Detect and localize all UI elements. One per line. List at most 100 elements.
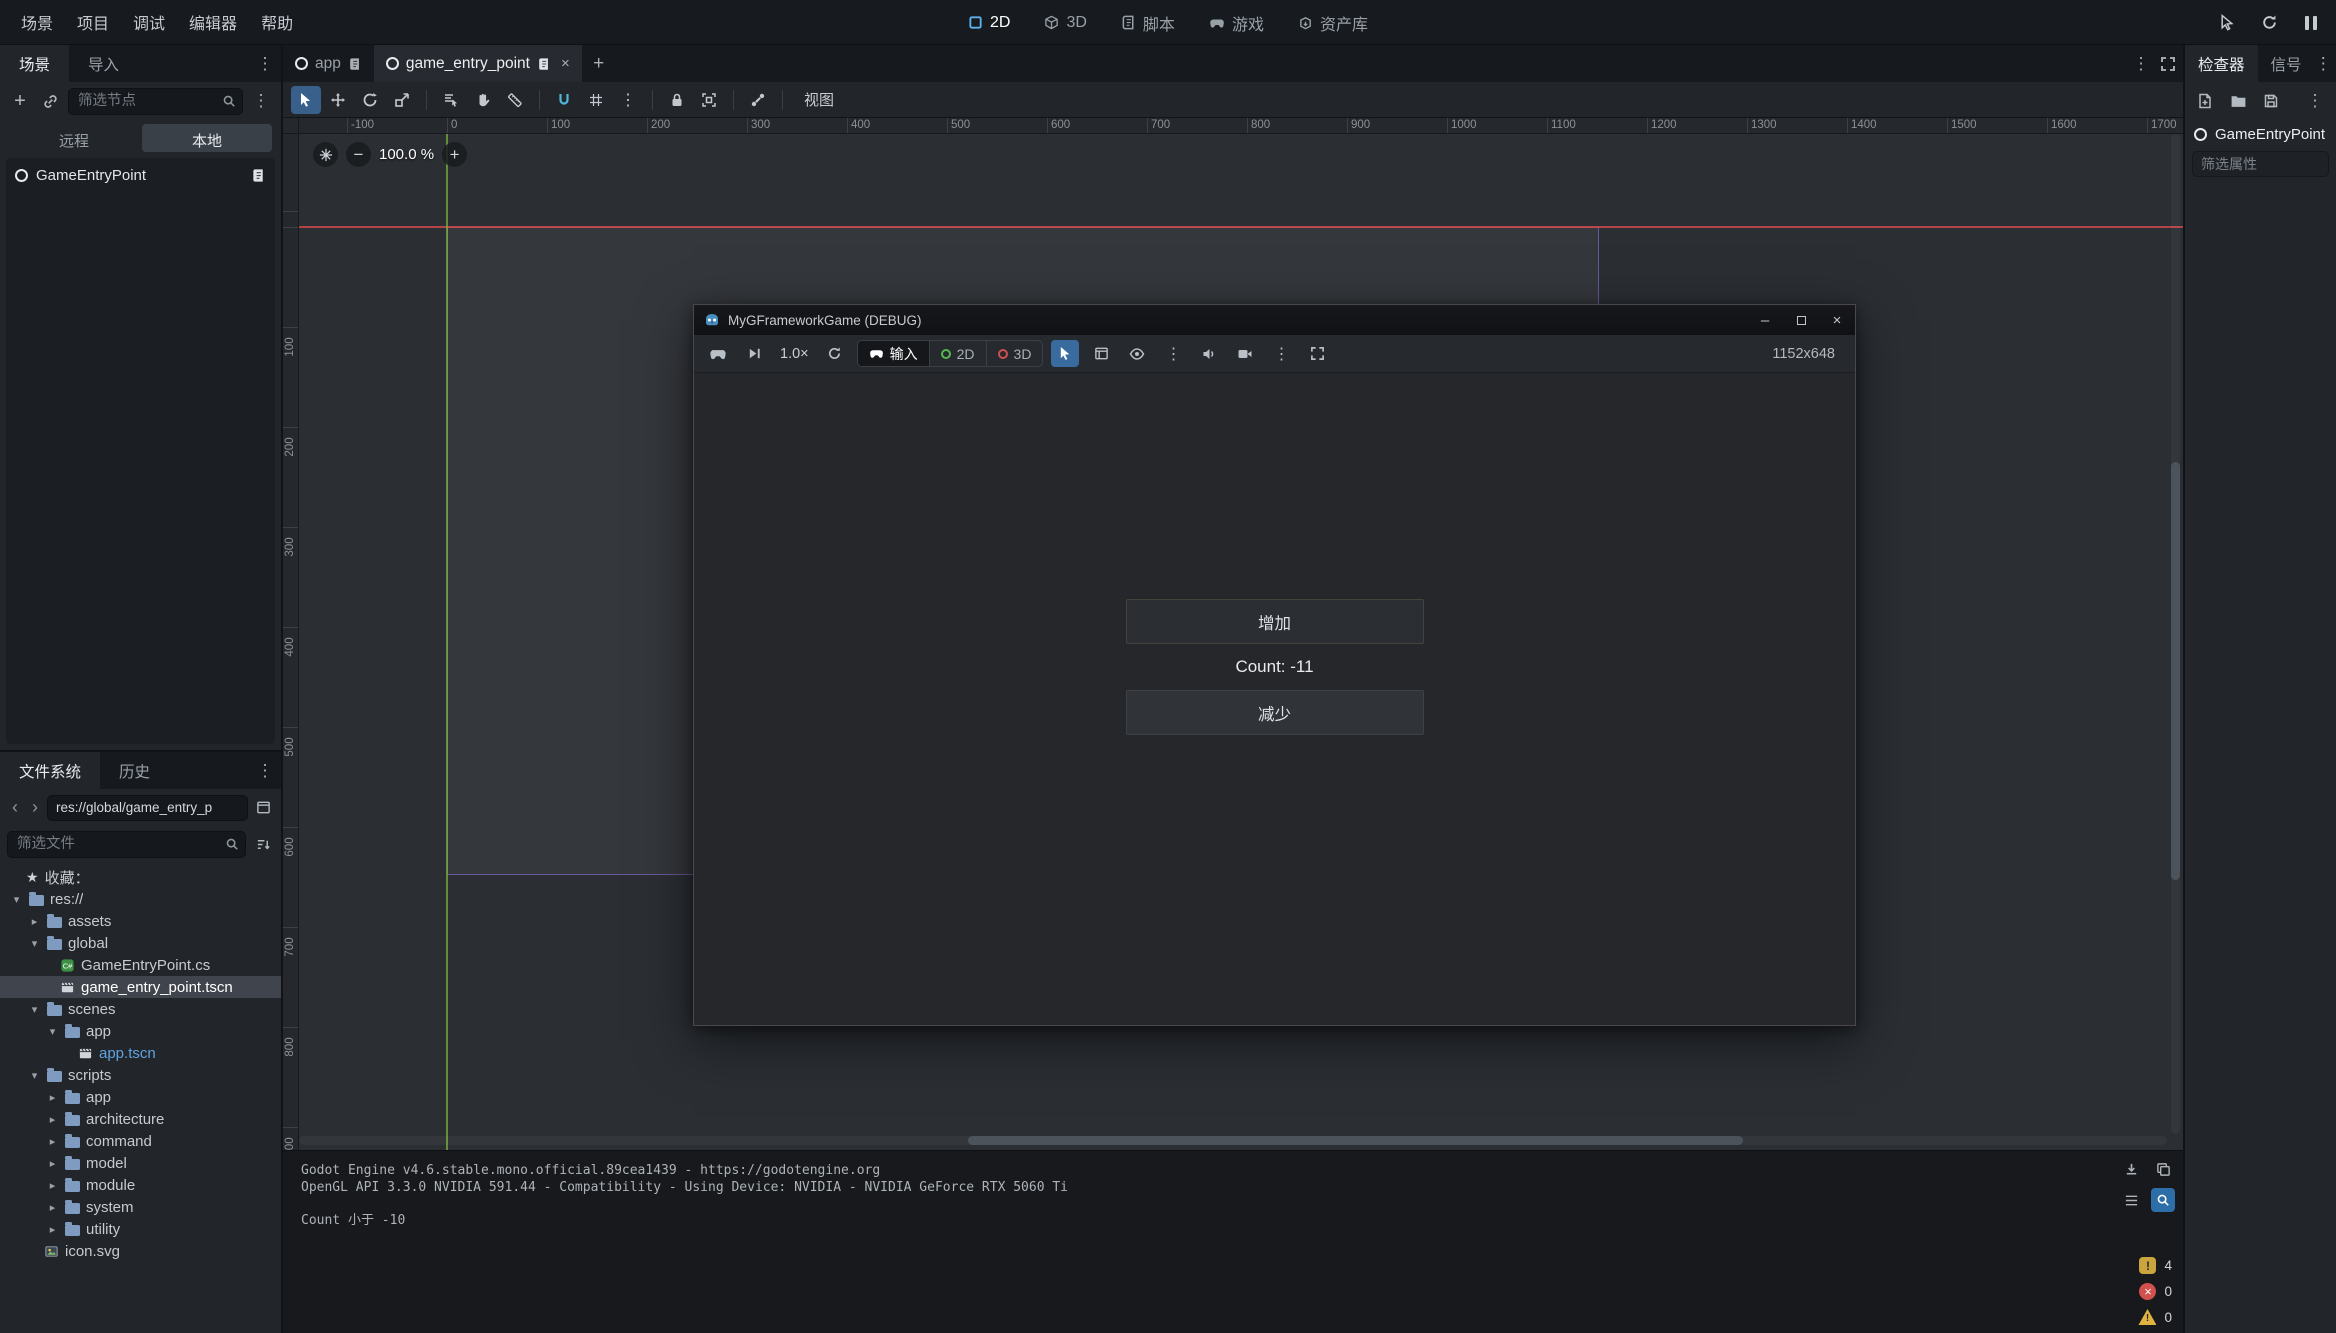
workspace-assetlib[interactable]: 资产库 [1286, 7, 1380, 39]
scene-tree-node-root[interactable]: GameEntryPoint [6, 162, 275, 189]
tab-scene[interactable]: 场景 [0, 45, 69, 82]
menu-editor[interactable]: 编辑器 [178, 5, 248, 39]
fs-item-utility[interactable]: ▸ utility [0, 1218, 281, 1240]
dock-menu-icon[interactable]: ⋮ [253, 45, 277, 82]
speed-dropdown[interactable]: 1.0× [776, 346, 813, 362]
center-view-icon[interactable] [313, 142, 338, 167]
expander-icon[interactable]: ▾ [10, 893, 23, 906]
game-window[interactable]: MyGFrameworkGame (DEBUG) – × 1.0× 输入 [693, 304, 1856, 1026]
instance-scene-icon[interactable] [38, 89, 62, 113]
pause-icon[interactable] [2298, 10, 2324, 36]
node-pick-cursor-icon[interactable] [1051, 340, 1079, 367]
message-count-badge[interactable]: 4 [2139, 1257, 2175, 1274]
more-options-icon[interactable]: ⋮ [1267, 340, 1295, 367]
expander-icon[interactable]: ▾ [46, 1025, 59, 1038]
fs-item-model[interactable]: ▸ model [0, 1152, 281, 1174]
game-view[interactable]: 增加 Count: -11 减少 [694, 373, 1855, 1025]
menu-project[interactable]: 项目 [66, 5, 120, 39]
pick-cursor-icon[interactable] [2214, 10, 2240, 36]
minimize-icon[interactable]: – [1747, 305, 1783, 335]
fs-item-favorites[interactable]: ★ 收藏： [0, 866, 281, 888]
ruler-tool-icon[interactable] [500, 86, 530, 114]
sort-icon[interactable] [252, 833, 274, 855]
fullscreen-icon[interactable] [1303, 340, 1331, 367]
rotate-tool-icon[interactable] [355, 86, 385, 114]
move-tool-icon[interactable] [323, 86, 353, 114]
expander-icon[interactable]: ▸ [46, 1201, 59, 1214]
fs-item-scripts-app[interactable]: ▸ app [0, 1086, 281, 1108]
tab-signals[interactable]: 信号 [2258, 45, 2315, 82]
collapse-list-icon[interactable] [2119, 1188, 2143, 1212]
movie-camera-icon[interactable] [1231, 340, 1259, 367]
dock-menu-icon[interactable]: ⋮ [253, 752, 277, 789]
h-scrollbar-thumb[interactable] [968, 1136, 1743, 1145]
fs-item-command[interactable]: ▸ command [0, 1130, 281, 1152]
load-resource-folder-icon[interactable] [2227, 90, 2249, 112]
camera-options-icon[interactable]: ⋮ [1159, 340, 1187, 367]
file-filter-input[interactable] [7, 831, 246, 858]
workspace-2d[interactable]: 2D [956, 10, 1022, 36]
zoom-in-button[interactable]: + [442, 142, 467, 167]
decrease-button[interactable]: 减少 [1126, 690, 1424, 735]
resource-menu-icon[interactable]: ⋮ [2303, 91, 2327, 111]
select-tool-icon[interactable] [291, 86, 321, 114]
workspace-game[interactable]: 游戏 [1197, 7, 1276, 39]
zoom-out-button[interactable]: − [346, 142, 371, 167]
expander-icon[interactable]: ▸ [46, 1157, 59, 1170]
fs-item-res-root[interactable]: ▾ res:// [0, 888, 281, 910]
local-button[interactable]: 本地 [142, 124, 272, 152]
visibility-eye-icon[interactable] [1123, 340, 1151, 367]
menu-debug[interactable]: 调试 [122, 5, 176, 39]
expander-icon[interactable]: ▸ [46, 1113, 59, 1126]
fs-item-scripts[interactable]: ▾ scripts [0, 1064, 281, 1086]
fs-item-app-scene[interactable]: app.tscn [0, 1042, 281, 1064]
grid-snap-icon[interactable] [581, 86, 611, 114]
snap-options-icon[interactable]: ⋮ [613, 86, 643, 114]
smart-snap-icon[interactable] [549, 86, 579, 114]
save-log-icon[interactable] [2119, 1157, 2143, 1181]
property-filter-input[interactable] [2192, 151, 2329, 177]
close-icon[interactable]: × [1819, 305, 1855, 335]
pan-tool-icon[interactable] [468, 86, 498, 114]
tab-inspector[interactable]: 检查器 [2185, 45, 2258, 82]
expand-editor-icon[interactable] [2153, 45, 2183, 82]
expander-icon[interactable]: ▸ [46, 1223, 59, 1236]
new-tab-button[interactable]: + [582, 45, 616, 82]
close-tab-icon[interactable]: × [561, 55, 570, 72]
split-view-icon[interactable] [252, 797, 274, 819]
fs-item-architecture[interactable]: ▸ architecture [0, 1108, 281, 1130]
nav-back-icon[interactable]: ‹ [7, 797, 23, 818]
scene-tab-app[interactable]: app [283, 45, 374, 82]
copy-log-icon[interactable] [2151, 1157, 2175, 1181]
menu-help[interactable]: 帮助 [250, 5, 304, 39]
list-select-tool-icon[interactable] [436, 86, 466, 114]
menu-scene[interactable]: 场景 [10, 5, 64, 39]
error-count-badge[interactable]: 0 [2139, 1283, 2175, 1300]
audio-mute-icon[interactable] [1195, 340, 1223, 367]
fs-item-icon-svg[interactable]: icon.svg [0, 1240, 281, 1262]
mode-2d-button[interactable]: 2D [930, 341, 987, 366]
fs-item-scene-file-selected[interactable]: game_entry_point.tscn [0, 976, 281, 998]
fs-item-app-folder[interactable]: ▾ app [0, 1020, 281, 1042]
workspace-script[interactable]: 脚本 [1109, 7, 1187, 39]
next-frame-icon[interactable] [740, 340, 768, 367]
fs-item-assets[interactable]: ▸ assets [0, 910, 281, 932]
view-menu-button[interactable]: 视图 [792, 86, 846, 114]
tab-history[interactable]: 历史 [100, 752, 169, 789]
add-node-button[interactable]: + [8, 89, 32, 113]
tab-filesystem[interactable]: 文件系统 [0, 752, 100, 789]
path-input[interactable] [47, 795, 248, 821]
canvas-viewport[interactable]: -100 0 100 200 300 400 500 600 700 800 9… [283, 118, 2183, 1150]
attached-script-icon[interactable] [251, 168, 266, 183]
group-icon[interactable] [694, 86, 724, 114]
increase-button[interactable]: 增加 [1126, 599, 1424, 644]
expander-icon[interactable]: ▸ [28, 915, 41, 928]
fs-item-module[interactable]: ▸ module [0, 1174, 281, 1196]
zoom-level[interactable]: 100.0 % [379, 146, 434, 163]
remote-button[interactable]: 远程 [9, 124, 139, 152]
suspend-gamepad-icon[interactable] [704, 340, 732, 367]
fs-item-cs-script[interactable]: C# GameEntryPoint.cs [0, 954, 281, 976]
scene-tab-game-entry-point[interactable]: game_entry_point × [374, 45, 582, 82]
expander-icon[interactable]: ▸ [46, 1135, 59, 1148]
maximize-icon[interactable] [1783, 305, 1819, 335]
